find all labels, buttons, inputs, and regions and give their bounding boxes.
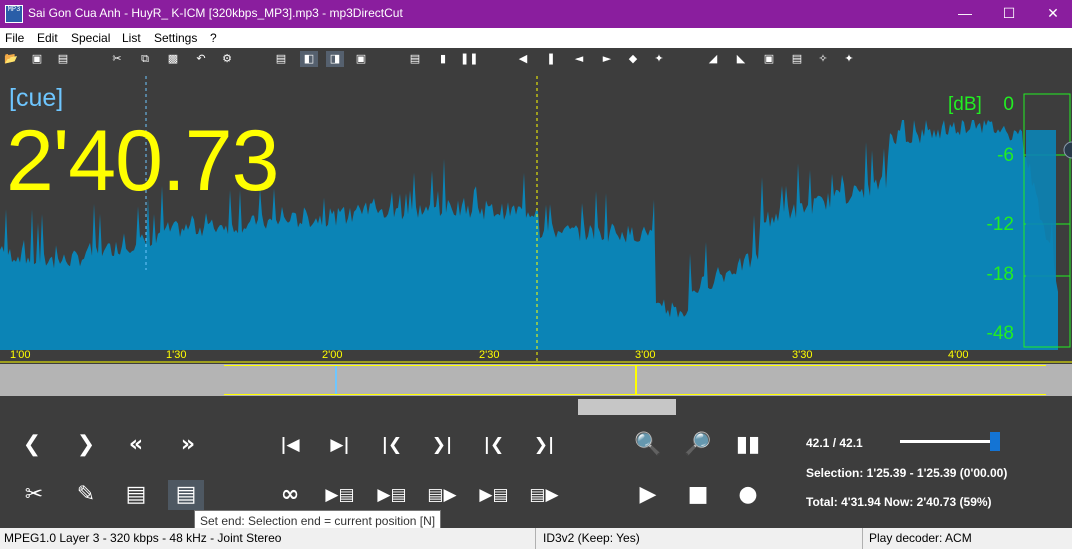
- record-icon[interactable]: ●: [730, 480, 766, 510]
- time-tick-2-00: 2'00: [322, 349, 343, 361]
- time-tick-1-00: 1'00: [10, 349, 31, 361]
- play-to-end-icon[interactable]: ▶▤: [374, 480, 410, 510]
- db-tick-6: -6: [997, 145, 1014, 166]
- cue-all-icon[interactable]: ✦: [650, 51, 668, 67]
- toolbar: 📂 ▣ ▤ ✂ ⧉ ▩ ↶ ⚙ ▤ ◧ ◨ ▣ ▤ ▮ ❚❚ ◀ ❚ ◄ ► ◆…: [0, 48, 1072, 70]
- menu-help[interactable]: ?: [210, 31, 217, 45]
- time-tick-4-00: 4'00: [948, 349, 969, 361]
- menu-edit[interactable]: Edit: [37, 31, 58, 45]
- fast-forward-icon[interactable]: »: [170, 430, 206, 460]
- status-decoder: Play decoder: ACM: [869, 531, 972, 545]
- page-end-icon[interactable]: ◨: [326, 51, 344, 67]
- go-prev-cue-icon[interactable]: |❮: [374, 430, 410, 460]
- cue-label: [cue]: [9, 84, 64, 112]
- zoom-fit-icon[interactable]: ▮▮: [730, 430, 766, 460]
- go-selection-start-icon[interactable]: |◀: [272, 430, 308, 460]
- rewind-icon[interactable]: «: [118, 430, 154, 460]
- prev-icon[interactable]: ❮: [14, 430, 50, 460]
- volume-slider-thumb[interactable]: [990, 432, 1000, 451]
- menu-bar: File Edit Special List Settings ?: [0, 28, 1072, 48]
- copy-icon[interactable]: ⧉: [136, 51, 154, 67]
- cue-next-icon[interactable]: ►: [598, 51, 616, 67]
- overview-position-marker: [635, 366, 637, 394]
- cue-prev-icon[interactable]: ◄: [570, 51, 588, 67]
- app-icon: MP3: [5, 5, 23, 23]
- open-icon[interactable]: 📂: [2, 51, 20, 67]
- menu-list[interactable]: List: [122, 31, 141, 45]
- frame-icon[interactable]: ▮: [434, 51, 452, 67]
- fade-in-icon[interactable]: ◀: [514, 51, 532, 67]
- paste-icon[interactable]: ▩: [164, 51, 182, 67]
- zoom-readout: 42.1 / 42.1: [806, 436, 863, 450]
- go-end-icon[interactable]: ❯|: [526, 430, 562, 460]
- db-tick-48: -48: [986, 323, 1014, 344]
- play-selection-icon[interactable]: ▶▤: [322, 480, 358, 510]
- overview-cue-marker: [335, 366, 337, 394]
- status-format: MPEG1.0 Layer 3 - 320 kbps - 48 kHz - Jo…: [0, 528, 536, 549]
- split-icon[interactable]: ▣: [760, 51, 778, 67]
- scroll-thumb[interactable]: [578, 399, 676, 415]
- time-tick-2-30: 2'30: [479, 349, 500, 361]
- meter-handle: [1063, 141, 1072, 159]
- title-bar: MP3 Sai Gon Cua Anh - HuyR_ K-ICM [320kb…: [0, 0, 1072, 28]
- menu-special[interactable]: Special: [71, 31, 110, 45]
- window-title: Sai Gon Cua Anh - HuyR_ K-ICM [320kbps_M…: [28, 6, 403, 20]
- time-tick-3-00: 3'00: [635, 349, 656, 361]
- menu-file[interactable]: File: [5, 31, 24, 45]
- loop-icon[interactable]: ∞: [272, 480, 308, 510]
- edit-pencil-icon[interactable]: ✎: [68, 480, 104, 510]
- maximize-icon: ☐: [1002, 5, 1016, 21]
- volume-icon[interactable]: ◢: [704, 51, 722, 67]
- marker-icon[interactable]: ▤: [788, 51, 806, 67]
- maximize-button[interactable]: ☐: [986, 0, 1032, 28]
- set-begin-icon[interactable]: ▤: [118, 480, 154, 510]
- play-icon[interactable]: ▶: [630, 480, 666, 510]
- zoom-out-icon[interactable]: 🔎: [680, 430, 716, 460]
- db-tick-18: -18: [986, 264, 1014, 285]
- minimize-icon: —: [958, 5, 972, 21]
- normalize-icon[interactable]: ◣: [732, 51, 750, 67]
- undo-icon[interactable]: ↶: [192, 51, 210, 67]
- play-begin-icon[interactable]: ▶▤: [476, 480, 512, 510]
- next-icon[interactable]: ❯: [68, 430, 104, 460]
- cut-icon[interactable]: ✂: [108, 51, 126, 67]
- status-bar: MPEG1.0 Layer 3 - 320 kbps - 48 kHz - Jo…: [0, 528, 1072, 549]
- detect-pause-icon[interactable]: ✦: [840, 51, 858, 67]
- cue-range-icon[interactable]: ◆: [624, 51, 642, 67]
- fade-out-icon[interactable]: ❚: [542, 51, 560, 67]
- frames-icon[interactable]: ▤: [406, 51, 424, 67]
- status-id3: ID3v2 (Keep: Yes): [539, 528, 863, 549]
- time-tick-3-30: 3'30: [792, 349, 813, 361]
- selection-readout: Selection: 1'25.39 - 1'25.39 (0'00.00): [806, 466, 1008, 480]
- minimize-button[interactable]: —: [942, 0, 988, 28]
- level-meter-bar: [1026, 130, 1056, 346]
- detect-icon[interactable]: ✧: [814, 51, 832, 67]
- time-tick-1-30: 1'30: [166, 349, 187, 361]
- page-start-icon[interactable]: ◧: [300, 51, 318, 67]
- position-time: 2'40.73: [6, 113, 279, 209]
- go-selection-end-icon[interactable]: ▶|: [322, 430, 358, 460]
- page-icon[interactable]: ▤: [272, 51, 290, 67]
- overview-bar[interactable]: [0, 364, 1072, 396]
- total-now-readout: Total: 4'31.94 Now: 2'40.73 (59%): [806, 495, 992, 509]
- page-mark-icon[interactable]: ▣: [352, 51, 370, 67]
- go-next-cue-icon[interactable]: ❯|: [424, 430, 460, 460]
- close-icon: ✕: [1047, 5, 1059, 21]
- play-range-icon[interactable]: ▤▶: [526, 480, 562, 510]
- play-from-end-icon[interactable]: ▤▶: [424, 480, 460, 510]
- stop-icon[interactable]: ■: [680, 480, 716, 510]
- go-start-icon[interactable]: |❮: [476, 430, 512, 460]
- cut-button-icon[interactable]: ✂: [16, 480, 52, 510]
- pause-icon[interactable]: ❚❚: [460, 51, 478, 67]
- save-icon[interactable]: ▣: [28, 51, 46, 67]
- save-selection-icon[interactable]: ▤: [54, 51, 72, 67]
- close-button[interactable]: ✕: [1030, 0, 1072, 28]
- volume-slider-track[interactable]: [900, 440, 1000, 443]
- set-end-icon[interactable]: ▤: [168, 480, 204, 510]
- settings-icon[interactable]: ⚙: [218, 51, 236, 67]
- menu-settings[interactable]: Settings: [154, 31, 197, 45]
- zoom-in-icon[interactable]: 🔍: [630, 430, 666, 460]
- db-tick-12: -12: [986, 214, 1014, 235]
- db-tick-0: 0: [1003, 94, 1014, 115]
